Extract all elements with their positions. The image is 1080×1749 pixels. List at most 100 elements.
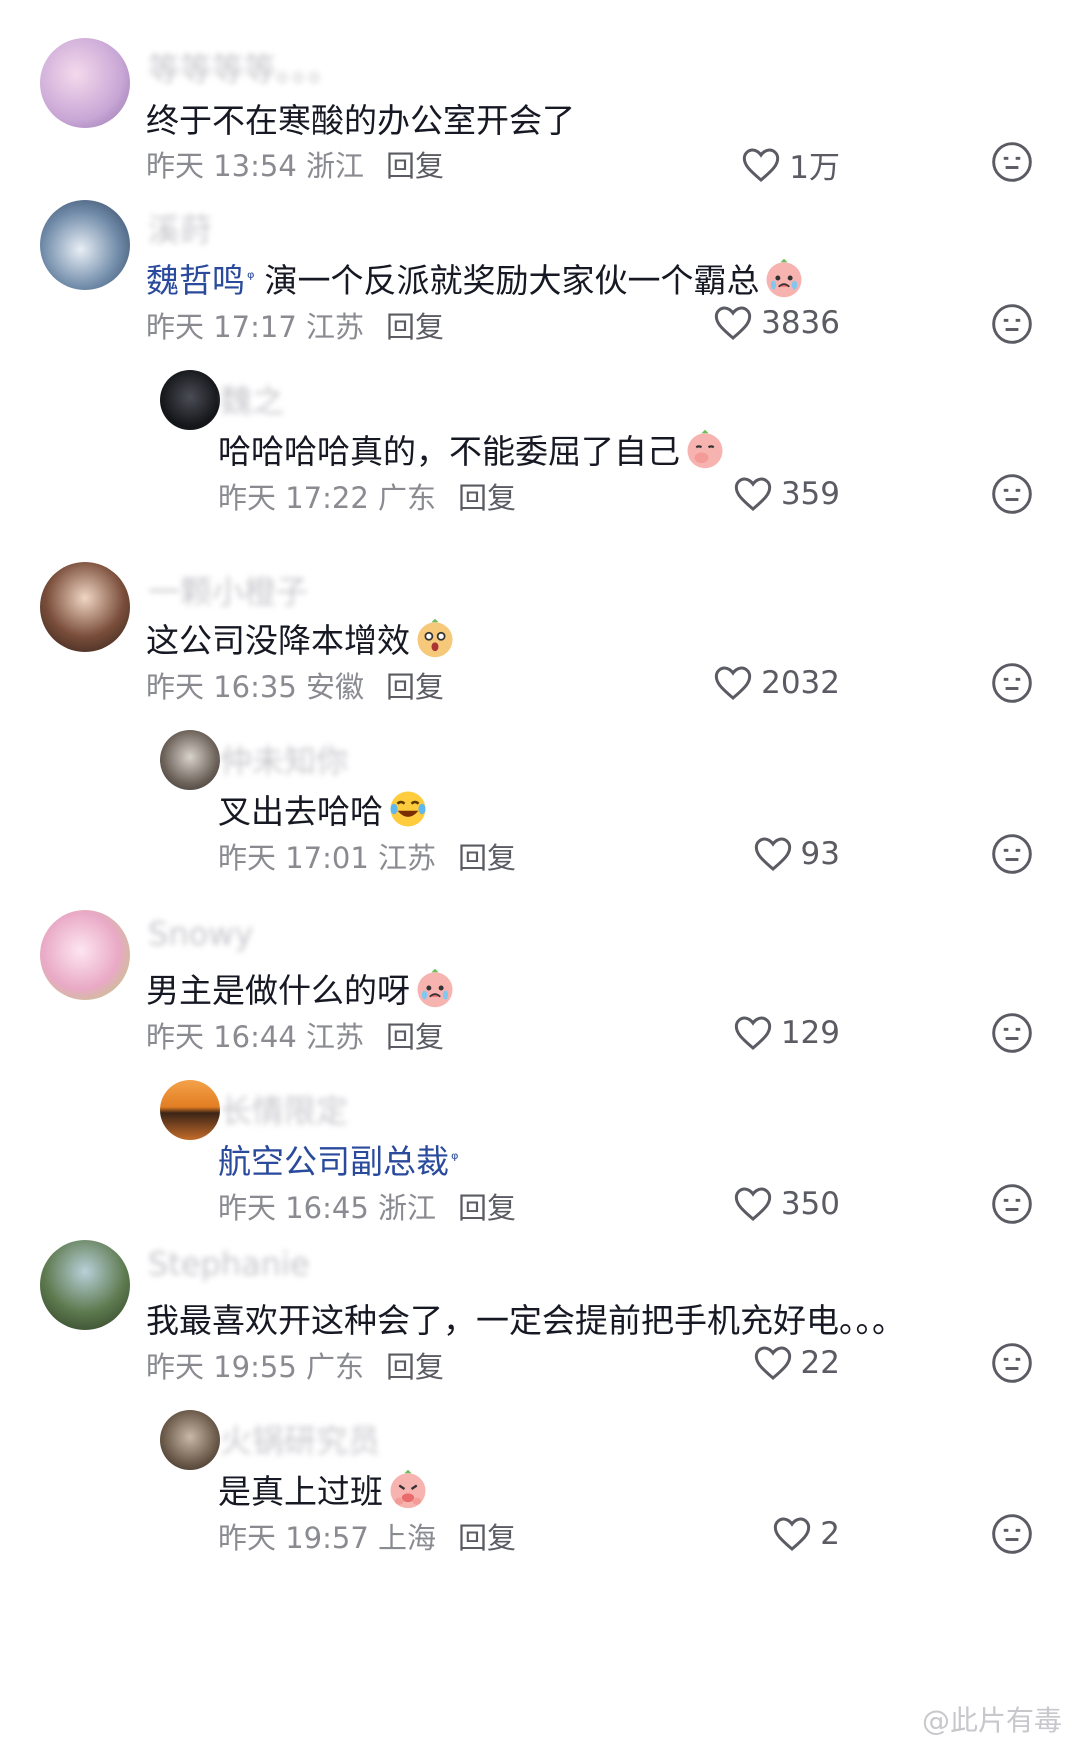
comment-text: 这公司没降本增效 xyxy=(146,614,456,662)
mention-link[interactable]: 航空公司副总裁 xyxy=(218,1135,449,1183)
comment-text: 是真上过班 xyxy=(218,1465,429,1513)
username[interactable]: 仲未知你 xyxy=(220,736,348,782)
comment-meta: 昨天 19:57 上海 回复 xyxy=(218,1515,516,1557)
dislike-face-icon[interactable] xyxy=(990,1512,1034,1556)
timestamp-location: 昨天 16:44 江苏 xyxy=(146,1020,365,1054)
like-button[interactable]: 350 xyxy=(733,1185,840,1223)
reply-button[interactable]: 回复 xyxy=(386,310,444,344)
timestamp-location: 昨天 13:54 浙江 xyxy=(146,149,365,183)
heart-icon xyxy=(734,477,771,511)
reply-button[interactable]: 回复 xyxy=(458,481,516,515)
comment-text: 终于不在寒酸的办公室开会了 xyxy=(146,101,575,140)
timestamp-location: 昨天 17:22 广东 xyxy=(218,481,437,515)
comment-meta: 昨天 17:17 江苏 回复 xyxy=(146,304,444,346)
reply-button[interactable]: 回复 xyxy=(458,1521,516,1555)
dislike-face-icon[interactable] xyxy=(990,832,1034,876)
comment-text: 我最喜欢开这种会了，一定会提前把手机充好电。。。 xyxy=(146,1301,905,1340)
timestamp-location: 昨天 16:35 安徽 xyxy=(146,670,365,704)
heart-icon xyxy=(774,1517,811,1551)
timestamp-location: 昨天 19:57 上海 xyxy=(218,1521,437,1555)
dislike-face-icon[interactable] xyxy=(990,302,1034,346)
comment-body: 这公司没降本增效 xyxy=(146,621,410,660)
like-button[interactable]: 1万 xyxy=(741,142,840,187)
username[interactable]: 魏之 xyxy=(220,376,284,422)
like-button[interactable]: 93 xyxy=(753,835,840,873)
dislike-face-icon[interactable] xyxy=(990,472,1034,516)
like-count: 22 xyxy=(800,1345,840,1381)
reply-button[interactable]: 回复 xyxy=(458,1191,516,1225)
crying-peach-emoji-icon xyxy=(766,258,802,298)
avatar[interactable] xyxy=(160,370,220,430)
username[interactable]: 等等等等。。。 xyxy=(148,44,340,90)
username[interactable]: 溪莳 xyxy=(148,205,212,251)
comment-body: 演一个反派就奖励大家伙一个霸总 xyxy=(264,261,760,300)
like-count: 3836 xyxy=(761,305,840,341)
like-count: 1万 xyxy=(789,150,840,186)
avatar[interactable] xyxy=(160,1410,220,1470)
comment-meta: 昨天 16:35 安徽 回复 xyxy=(146,664,444,706)
reply-button[interactable]: 回复 xyxy=(386,670,444,704)
like-count: 350 xyxy=(780,1186,840,1222)
like-count: 2 xyxy=(820,1516,840,1552)
username[interactable]: 火锅研究员 xyxy=(220,1416,380,1462)
like-button[interactable]: 22 xyxy=(753,1344,840,1382)
username[interactable]: 长情限定 xyxy=(220,1086,348,1132)
heart-icon xyxy=(734,1187,771,1221)
like-button[interactable]: 3836 xyxy=(713,304,840,342)
shocked-peach-emoji-icon xyxy=(417,618,453,658)
timestamp-location: 昨天 17:17 江苏 xyxy=(146,310,365,344)
avatar[interactable] xyxy=(160,730,220,790)
comment-meta: 昨天 13:54 浙江 回复 xyxy=(146,143,444,185)
heart-icon xyxy=(714,306,752,340)
heart-icon xyxy=(714,666,752,700)
timestamp-location: 昨天 17:01 江苏 xyxy=(218,841,437,875)
pleading-peach-emoji-icon xyxy=(390,1469,426,1509)
comment-body: 哈哈哈哈真的，不能委屈了自己 xyxy=(218,432,680,471)
comment-text: 魏哲鸣 ᵠ 演一个反派就奖励大家伙一个霸总 xyxy=(146,254,805,302)
avatar[interactable] xyxy=(40,562,130,652)
comment-meta: 昨天 16:44 江苏 回复 xyxy=(146,1014,444,1056)
comment-body: 是真上过班 xyxy=(218,1472,383,1511)
comment-meta: 昨天 16:45 浙江 回复 xyxy=(218,1185,516,1227)
reply-button[interactable]: 回复 xyxy=(386,149,444,183)
dislike-face-icon[interactable] xyxy=(990,1011,1034,1055)
like-count: 129 xyxy=(780,1015,840,1051)
mention-link[interactable]: 魏哲鸣 xyxy=(146,254,245,302)
avatar[interactable] xyxy=(40,200,130,290)
comment-meta: 昨天 17:22 广东 回复 xyxy=(218,475,516,517)
comment-text: 男主是做什么的呀 xyxy=(146,964,456,1012)
search-mark-icon: ᵠ xyxy=(451,1148,459,1170)
peach-hand-on-mouth-emoji-icon xyxy=(687,429,723,469)
username[interactable]: Snowy xyxy=(148,915,253,953)
like-button[interactable]: 2 xyxy=(772,1515,840,1553)
comment-body: 叉出去哈哈 xyxy=(218,792,383,831)
heart-icon xyxy=(754,837,791,871)
avatar[interactable] xyxy=(160,1080,220,1140)
timestamp-location: 昨天 16:45 浙江 xyxy=(218,1191,437,1225)
username[interactable]: 一颗小橙子 xyxy=(148,567,308,613)
avatar[interactable] xyxy=(40,1240,130,1330)
watermark: @此片有毒 xyxy=(921,1704,1062,1737)
dislike-face-icon[interactable] xyxy=(990,1182,1034,1226)
reply-button[interactable]: 回复 xyxy=(458,841,516,875)
avatar[interactable] xyxy=(40,38,130,128)
reply-button[interactable]: 回复 xyxy=(386,1350,444,1384)
like-button[interactable]: 129 xyxy=(733,1014,840,1052)
avatar[interactable] xyxy=(40,910,130,1000)
dislike-face-icon[interactable] xyxy=(990,140,1034,184)
reply-button[interactable]: 回复 xyxy=(386,1020,444,1054)
like-count: 2032 xyxy=(761,665,840,701)
comment-text: 哈哈哈哈真的，不能委屈了自己 xyxy=(218,425,726,473)
comment-meta: 昨天 19:55 广东 回复 xyxy=(146,1344,444,1386)
dislike-face-icon[interactable] xyxy=(990,1341,1034,1385)
crying-peach-emoji-icon xyxy=(417,968,453,1008)
like-button[interactable]: 359 xyxy=(733,475,840,513)
like-button[interactable]: 2032 xyxy=(713,664,840,702)
heart-icon xyxy=(734,1016,771,1050)
timestamp-location: 昨天 19:55 广东 xyxy=(146,1350,365,1384)
username[interactable]: Stephanie xyxy=(148,1245,310,1283)
comment-meta: 昨天 17:01 江苏 回复 xyxy=(218,835,516,877)
comment-text: 航空公司副总裁 ᵠ xyxy=(218,1135,458,1183)
dislike-face-icon[interactable] xyxy=(990,661,1034,705)
like-count: 359 xyxy=(780,476,840,512)
